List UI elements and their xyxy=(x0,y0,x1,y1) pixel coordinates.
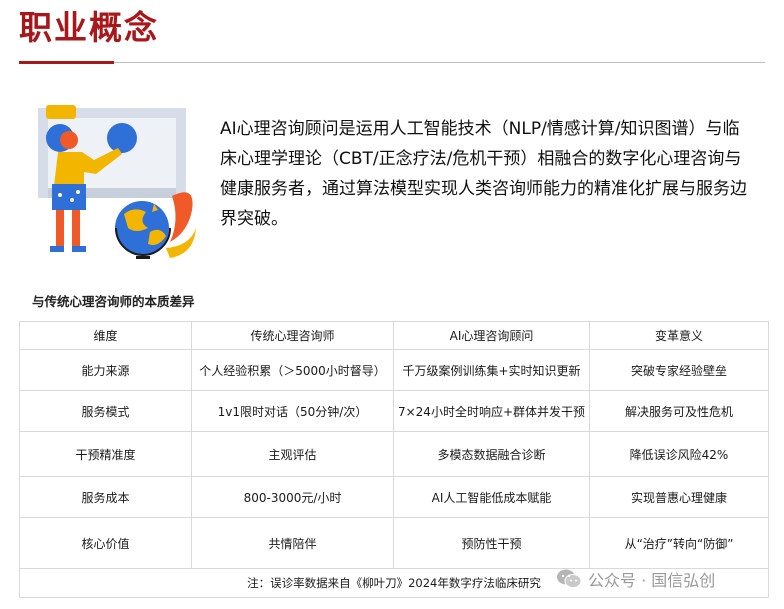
table-cell: 7×24小时全时响应+群体并发干预 xyxy=(393,390,590,432)
header-significance: 变革意义 xyxy=(589,321,769,350)
counselor-illustration xyxy=(38,105,196,259)
table-row: 干预精准度 主观评估 多模态数据融合诊断 降低误诊风险42% xyxy=(19,431,769,477)
table-cell: 干预精准度 xyxy=(19,431,192,477)
table-row: 服务成本 800-3000元/小时 AI人工智能低成本赋能 实现普惠心理健康 xyxy=(19,476,769,518)
table-cell: 共情陪伴 xyxy=(191,517,394,569)
wechat-icon xyxy=(557,569,582,588)
table-cell: 1v1限时对话（50分钟/次） xyxy=(191,390,394,432)
table-cell: 主观评估 xyxy=(191,431,394,477)
table-cell: 服务成本 xyxy=(19,476,192,518)
table-cell: 个人经验积累（＞5000小时督导） xyxy=(191,349,394,391)
table-cell: 预防性干预 xyxy=(393,517,590,569)
wechat-watermark: 公众号 · 国信弘创 xyxy=(556,566,715,592)
title-underline xyxy=(114,62,765,63)
table-cell: 核心价值 xyxy=(19,517,192,569)
header-ai-counselor: AI心理咨询顾问 xyxy=(393,321,590,350)
table-cell: 能力来源 xyxy=(19,349,192,391)
watermark-text: 公众号 · 国信弘创 xyxy=(588,571,716,590)
table-cell: 降低误诊风险42% xyxy=(589,431,769,477)
table-header-row: 维度 传统心理咨询师 AI心理咨询顾问 变革意义 xyxy=(19,321,769,350)
table-cell: 千万级案例训练集+实时知识更新 xyxy=(393,349,590,391)
table-cell: AI人工智能低成本赋能 xyxy=(393,476,590,518)
table-cell: 实现普惠心理健康 xyxy=(589,476,769,518)
table-cell: 解决服务可及性危机 xyxy=(589,390,769,432)
comparison-table: 维度 传统心理咨询师 AI心理咨询顾问 变革意义 能力来源 个人经验积累（＞50… xyxy=(19,321,769,598)
table-row: 服务模式 1v1限时对话（50分钟/次） 7×24小时全时响应+群体并发干预 解… xyxy=(19,390,769,432)
table-cell: 服务模式 xyxy=(19,390,192,432)
table-cell: 突破专家经验壁垒 xyxy=(589,349,769,391)
career-intro-text: AI心理咨询顾问是运用人工智能技术（NLP/情感计算/知识图谱）与临床心理学理论… xyxy=(220,119,747,229)
table-cell: 多模态数据融合诊断 xyxy=(393,431,590,477)
title-underline-accent xyxy=(19,61,114,64)
header-traditional-counselor: 传统心理咨询师 xyxy=(191,321,394,350)
table-cell: 800-3000元/小时 xyxy=(191,476,394,518)
table-row: 核心价值 共情陪伴 预防性干预 从“治疗”转向“防御” xyxy=(19,517,769,569)
comparison-subtitle: 与传统心理咨询师的本质差异 xyxy=(32,294,195,309)
table-cell: 从“治疗”转向“防御” xyxy=(589,517,769,569)
table-row: 能力来源 个人经验积累（＞5000小时督导） 千万级案例训练集+实时知识更新 突… xyxy=(19,349,769,391)
page-title: 职业概念 xyxy=(19,8,159,47)
header-dimension: 维度 xyxy=(19,321,192,350)
